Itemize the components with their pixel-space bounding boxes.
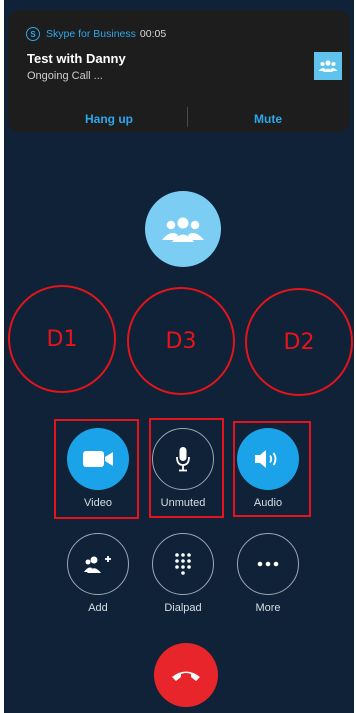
hang-up-phone-icon [172,671,200,681]
notification-subtitle: Ongoing Call ... [27,70,103,82]
video-label: Video [84,497,112,509]
audio-button[interactable]: Audio [236,428,300,509]
action-divider [187,107,188,127]
add-person-icon[interactable] [67,533,129,595]
more-button[interactable]: More [236,533,300,614]
more-dots-icon[interactable] [237,533,299,595]
device-label-d2: D2 [245,288,353,396]
dialpad-label: Dialpad [164,602,202,614]
call-screen: S Skype for Business 00:05 Test with Dan… [4,0,354,713]
hang-up-button[interactable]: Hang up [54,112,164,126]
notification-time: 00:05 [139,28,167,40]
notification-title: Test with Danny [27,51,126,66]
video-button[interactable]: Video [66,428,130,509]
notification-header: S Skype for Business 00:05 [26,27,166,41]
speaker-icon[interactable] [237,428,299,490]
more-label: More [255,602,281,614]
unmuted-label: Unmuted [160,497,206,509]
group-icon [314,52,342,80]
video-camera-icon[interactable] [67,428,129,490]
device-label-d3: D3 [127,287,235,395]
device-label-d1: D1 [8,285,116,393]
add-participant-button[interactable]: Add [66,533,130,614]
add-label: Add [88,602,108,614]
audio-label: Audio [253,497,283,509]
microphone-button[interactable]: Unmuted [151,428,215,509]
notification-app-name: Skype for Business [46,28,136,40]
group-avatar-icon [145,191,221,267]
dialpad-button[interactable]: Dialpad [151,533,215,614]
microphone-icon[interactable] [152,428,214,490]
mute-button[interactable]: Mute [213,112,323,126]
end-call-button[interactable] [154,643,218,707]
skype-icon: S [26,27,40,41]
call-notification[interactable]: S Skype for Business 00:05 Test with Dan… [8,10,350,132]
dialpad-icon[interactable] [152,533,214,595]
